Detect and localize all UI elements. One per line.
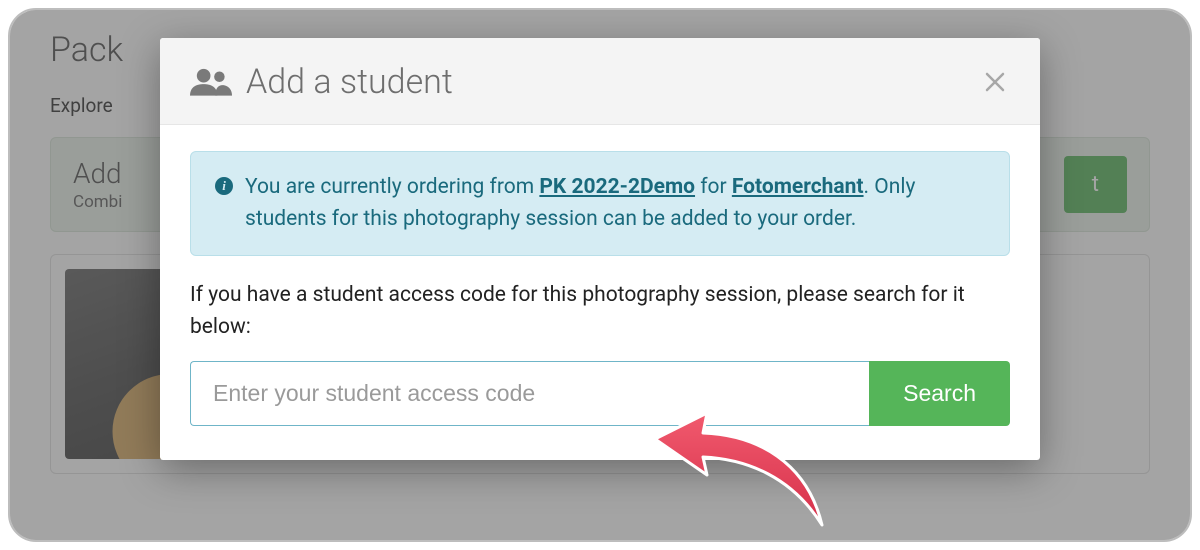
search-row: Search <box>190 361 1010 426</box>
modal-title: Add a student <box>246 62 453 102</box>
info-for: for <box>695 175 732 199</box>
info-banner: i You are currently ordering from PK 202… <box>190 151 1010 256</box>
modal-header: Add a student <box>160 38 1040 125</box>
users-icon <box>190 67 232 97</box>
info-text: You are currently ordering from PK 2022-… <box>245 172 985 235</box>
help-text: If you have a student access code for th… <box>190 280 1010 343</box>
info-icon: i <box>215 177 233 195</box>
close-icon[interactable] <box>980 62 1010 102</box>
add-student-modal: Add a student i You are currently orderi… <box>160 38 1040 460</box>
info-prefix: You are currently ordering from <box>245 175 539 199</box>
search-button[interactable]: Search <box>869 361 1010 426</box>
access-code-input[interactable] <box>190 361 869 426</box>
info-session-link[interactable]: PK 2022-2Demo <box>539 175 695 199</box>
info-merchant-link[interactable]: Fotomerchant <box>732 175 864 199</box>
